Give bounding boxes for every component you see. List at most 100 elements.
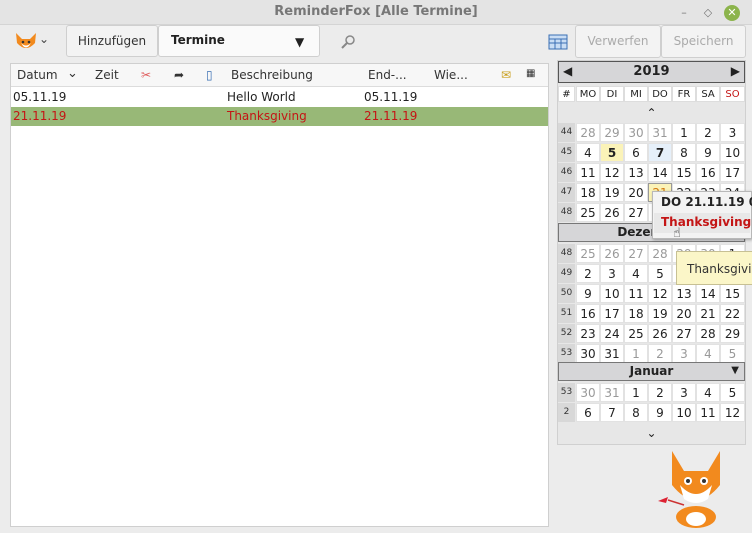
calendar-day[interactable]: 17 xyxy=(720,163,745,182)
calendar-day[interactable]: 12 xyxy=(600,163,624,182)
add-button[interactable]: Hinzufügen xyxy=(66,25,158,57)
mail-column-icon[interactable]: ✉ xyxy=(501,68,511,82)
calendar-day[interactable]: 27 xyxy=(672,324,696,343)
calendar-day[interactable]: 20 xyxy=(624,183,648,202)
calendar-day[interactable]: 26 xyxy=(600,203,624,222)
calendar-day[interactable]: 11 xyxy=(576,163,600,182)
column-description[interactable]: Beschreibung xyxy=(231,68,313,82)
calendar-day[interactable]: 3 xyxy=(720,123,745,142)
calendar-day[interactable]: 10 xyxy=(672,403,696,422)
notes-column-icon[interactable]: ▯ xyxy=(206,68,213,82)
share-column-icon[interactable]: ➦ xyxy=(174,68,184,82)
table-row[interactable]: 05.11.19 Hello World 05.11.19 xyxy=(11,88,548,107)
calendar-day[interactable]: 30 xyxy=(576,383,600,402)
calendar-day[interactable]: 3 xyxy=(672,344,696,363)
next-year-icon[interactable]: ▶ xyxy=(731,64,740,78)
calendar-day[interactable]: 9 xyxy=(696,143,720,162)
calendar-day[interactable]: 27 xyxy=(624,203,648,222)
save-button[interactable]: Speichern xyxy=(661,25,746,58)
calendar-day[interactable]: 5 xyxy=(720,344,745,363)
calendar-day[interactable]: 27 xyxy=(624,244,648,263)
calendar-day[interactable]: 13 xyxy=(624,163,648,182)
fox-menu-button[interactable]: ⌄ xyxy=(10,29,54,55)
calendar-day[interactable]: 20 xyxy=(672,304,696,323)
calendar-day[interactable]: 17 xyxy=(600,304,624,323)
calendar-day[interactable]: 15 xyxy=(672,163,696,182)
calendar-day[interactable]: 9 xyxy=(648,403,672,422)
calendar-day[interactable]: 1 xyxy=(624,344,648,363)
calendar-day[interactable]: 2 xyxy=(576,264,600,283)
calendar-day[interactable]: 31 xyxy=(600,383,624,402)
calendar-day[interactable]: 10 xyxy=(720,143,745,162)
calendar-day[interactable]: 8 xyxy=(624,403,648,422)
calendar-day[interactable]: 2 xyxy=(696,123,720,142)
calendar-day[interactable]: 21 xyxy=(696,304,720,323)
calendar-day[interactable]: 11 xyxy=(624,284,648,303)
calendar-day[interactable]: 28 xyxy=(648,244,672,263)
sort-chevron-icon[interactable]: ⌄ xyxy=(67,66,78,81)
calendar-day[interactable]: 8 xyxy=(672,143,696,162)
calendar-day[interactable]: 18 xyxy=(576,183,600,202)
alarm-column-icon[interactable]: ✂ xyxy=(141,68,151,82)
calendar-day[interactable]: 5 xyxy=(600,143,624,162)
calendar-day[interactable]: 6 xyxy=(624,143,648,162)
calendar-day[interactable]: 2 xyxy=(648,344,672,363)
calendar-day[interactable]: 22 xyxy=(720,304,745,323)
calendar-day[interactable]: 28 xyxy=(696,324,720,343)
view-select[interactable]: Termine ▼ xyxy=(158,25,320,57)
column-picker-icon[interactable]: ▦ xyxy=(526,68,535,79)
minimize-button[interactable]: – xyxy=(676,5,692,21)
calendar-day[interactable]: 25 xyxy=(576,244,600,263)
column-time[interactable]: Zeit xyxy=(95,68,119,82)
calendar-day[interactable]: 24 xyxy=(600,324,624,343)
calendar-day[interactable]: 30 xyxy=(576,344,600,363)
popup-event[interactable]: Thanksgiving xyxy=(654,213,751,233)
calendar-day[interactable]: 10 xyxy=(600,284,624,303)
calendar-day[interactable]: 11 xyxy=(696,403,720,422)
calendar-day[interactable]: 2 xyxy=(648,383,672,402)
calendar-day[interactable]: 18 xyxy=(624,304,648,323)
calendar-day[interactable]: 14 xyxy=(696,284,720,303)
scroll-down-icon[interactable]: ⌄ xyxy=(558,426,745,444)
calendar-day[interactable]: 1 xyxy=(624,383,648,402)
calendar-day[interactable]: 6 xyxy=(576,403,600,422)
calendar-day[interactable]: 5 xyxy=(648,264,672,283)
calendar-day[interactable]: 26 xyxy=(648,324,672,343)
calendar-day[interactable]: 1 xyxy=(672,123,696,142)
calendar-day[interactable]: 31 xyxy=(648,123,672,142)
calendar-day[interactable]: 14 xyxy=(648,163,672,182)
calendar-day[interactable]: 12 xyxy=(720,403,745,422)
calendar-day[interactable]: 31 xyxy=(600,344,624,363)
calendar-day[interactable]: 4 xyxy=(624,264,648,283)
calendar-day[interactable]: 7 xyxy=(600,403,624,422)
calendar-day[interactable]: 4 xyxy=(696,344,720,363)
calendar-day[interactable]: 13 xyxy=(672,284,696,303)
calendar-day[interactable]: 3 xyxy=(600,264,624,283)
calendar-day[interactable]: 7 xyxy=(648,143,672,162)
calendar-day[interactable]: 28 xyxy=(576,123,600,142)
calendar-day[interactable]: 4 xyxy=(576,143,600,162)
month-dropdown-icon[interactable]: ▼ xyxy=(731,365,739,376)
calendar-day[interactable]: 16 xyxy=(696,163,720,182)
calendar-day[interactable]: 12 xyxy=(648,284,672,303)
calendar-day[interactable]: 26 xyxy=(600,244,624,263)
calendar-day[interactable]: 19 xyxy=(600,183,624,202)
maximize-button[interactable]: ◇ xyxy=(700,5,716,21)
calendar-day[interactable]: 9 xyxy=(576,284,600,303)
calendar-day[interactable]: 16 xyxy=(576,304,600,323)
table-row-selected[interactable]: 21.11.19 Thanksgiving 21.11.19 xyxy=(11,107,548,126)
column-end[interactable]: End-... xyxy=(368,68,407,82)
close-button[interactable]: ✕ xyxy=(724,5,740,21)
search-icon[interactable] xyxy=(340,34,356,50)
calendar-day[interactable]: 23 xyxy=(576,324,600,343)
column-date[interactable]: Datum xyxy=(17,68,58,82)
calendar-day[interactable]: 3 xyxy=(672,383,696,402)
calendar-day[interactable]: 15 xyxy=(720,284,745,303)
calendar-day[interactable]: 29 xyxy=(720,324,745,343)
calendar-day[interactable]: 4 xyxy=(696,383,720,402)
calendar-day[interactable]: 25 xyxy=(624,324,648,343)
calendar-day[interactable]: 30 xyxy=(624,123,648,142)
calendar-day[interactable]: 29 xyxy=(600,123,624,142)
scroll-up-icon[interactable]: ⌃ xyxy=(558,106,745,120)
calendar-view-icon[interactable] xyxy=(548,34,568,50)
